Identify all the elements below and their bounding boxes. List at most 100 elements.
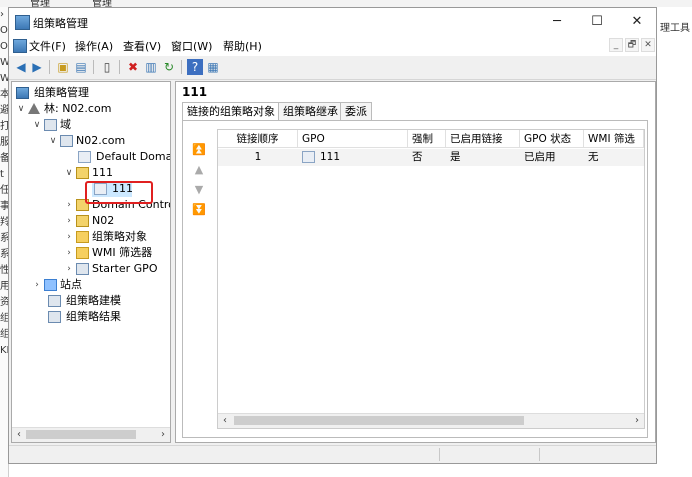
scroll-right-icon[interactable]: › [630, 414, 644, 428]
scroll-thumb[interactable] [26, 430, 136, 439]
close-button[interactable]: ✕ [617, 8, 656, 35]
menu-window[interactable]: 窗口(W) [171, 38, 212, 54]
forest-icon [28, 103, 40, 114]
table-horizontal-scrollbar[interactable]: ‹ › [218, 413, 644, 428]
column-header-wmi-filter[interactable]: WMI 筛选 [584, 130, 644, 148]
tab-linked-gpos[interactable]: 链接的组策略对象 [182, 102, 280, 121]
delete-icon[interactable]: ✖ [125, 59, 141, 75]
toolbar-separator [93, 60, 94, 74]
column-header-link-enabled[interactable]: 已启用链接 [446, 130, 520, 148]
gpo-link-icon [78, 151, 91, 163]
menu-bar: 文件(F) 操作(A) 查看(V) 窗口(W) 帮助(H) _ 🗗 ✕ [9, 35, 656, 57]
minimize-button[interactable]: ─ [537, 8, 577, 35]
move-up-icon[interactable]: ▲ [191, 163, 207, 183]
toolbar-separator [49, 60, 50, 74]
tree-label: 站点 [60, 278, 82, 291]
chevron-right-icon[interactable]: › [64, 197, 74, 213]
tree-label: 林: N02.com [44, 102, 112, 115]
tab-delegation[interactable]: 委派 [340, 102, 372, 120]
cell-gpo: 111 [320, 151, 341, 163]
tree-item-gpo-objects[interactable]: › 组策略对象 [64, 229, 164, 245]
tree-label: 域 [60, 118, 71, 131]
tree-item-default-domain-policy[interactable]: Default Domai [78, 149, 170, 165]
refresh-icon[interactable]: ↻ [161, 59, 177, 75]
background-char: 备 [0, 153, 9, 164]
background-char: 羚 [0, 217, 9, 228]
chevron-down-icon[interactable]: ∨ [64, 165, 74, 181]
tree-item-forest[interactable]: ∨ 林: N02.com [16, 101, 166, 117]
chevron-right-icon[interactable]: › [64, 213, 74, 229]
forward-icon[interactable]: ▶ [29, 59, 45, 75]
tree-item-ou-111[interactable]: ∨ 111 [64, 165, 170, 181]
column-header-order[interactable]: 链接顺序 [218, 130, 298, 148]
mdi-close-button[interactable]: ✕ [641, 38, 655, 52]
tree-item-modeling[interactable]: 组策略建模 [48, 293, 148, 309]
maximize-button[interactable]: ☐ [577, 8, 617, 35]
help-icon[interactable]: ? [187, 59, 203, 75]
background-char: 事 [0, 201, 9, 212]
tree-item-sites[interactable]: › 站点 [32, 277, 132, 293]
tree-item-root[interactable]: 组策略管理 [16, 85, 166, 101]
background-char: 服 [0, 137, 9, 148]
tree-item-results[interactable]: 组策略结果 [48, 309, 148, 325]
chevron-right-icon[interactable]: › [64, 229, 74, 245]
menu-help[interactable]: 帮助(H) [223, 38, 262, 54]
tree-item-wmi-filters[interactable]: › WMI 筛选器 [64, 245, 164, 261]
chevron-down-icon[interactable]: ∨ [32, 117, 42, 133]
mdi-restore-button[interactable]: 🗗 [625, 38, 639, 52]
move-bottom-icon[interactable]: ⏬ [191, 203, 207, 223]
tree-label: 组策略建模 [66, 294, 121, 307]
menu-file[interactable]: 文件(F) [29, 38, 66, 54]
export-icon[interactable]: ▥ [143, 59, 159, 75]
scroll-thumb[interactable] [234, 416, 524, 425]
tree-label: WMI 筛选器 [92, 246, 153, 259]
link-order-controls: ⏫ ▲ ▼ ⏬ [191, 143, 207, 223]
console-icon[interactable]: ▦ [205, 59, 221, 75]
mdi-minimize-button[interactable]: _ [609, 38, 623, 52]
scroll-right-icon[interactable]: › [156, 428, 170, 442]
tree-item-starter-gpo[interactable]: › Starter GPO [64, 261, 164, 277]
background-char: 性 [0, 265, 9, 276]
move-down-icon[interactable]: ▼ [191, 183, 207, 203]
results-icon [48, 311, 61, 323]
menu-view[interactable]: 查看(V) [123, 38, 161, 54]
tree-label: 组策略对象 [92, 230, 147, 243]
sites-icon [44, 279, 57, 291]
back-icon[interactable]: ◀ [13, 59, 29, 75]
background-char: › [0, 9, 4, 20]
chevron-right-icon[interactable]: › [32, 277, 42, 293]
linked-gpo-table: 链接顺序 GPO 强制 已启用链接 GPO 状态 WMI 筛选 1 111 否 … [217, 129, 645, 429]
scroll-left-icon[interactable]: ‹ [218, 414, 232, 428]
tree-horizontal-scrollbar[interactable]: ‹ › [12, 427, 170, 442]
details-title: 111 [182, 85, 208, 99]
menu-action[interactable]: 操作(A) [75, 38, 113, 54]
background-char: 系 [0, 233, 9, 244]
background-char: W [0, 57, 9, 68]
properties-icon[interactable]: ▯ [99, 59, 115, 75]
chevron-right-icon[interactable]: › [64, 245, 74, 261]
move-top-icon[interactable]: ⏫ [191, 143, 207, 163]
domains-icon [44, 119, 57, 131]
highlight-annotation [85, 181, 153, 204]
chevron-right-icon[interactable]: › [64, 261, 74, 277]
tree-item-n02[interactable]: › N02 [64, 213, 164, 229]
scroll-left-icon[interactable]: ‹ [12, 428, 26, 442]
chevron-down-icon[interactable]: ∨ [16, 101, 26, 117]
tree-item-domain[interactable]: ∨ N02.com [48, 133, 168, 149]
show-tree-icon[interactable]: ▤ [73, 59, 89, 75]
chevron-down-icon[interactable]: ∨ [48, 133, 58, 149]
tree-item-domains[interactable]: ∨ 域 [32, 117, 162, 133]
status-segment [439, 448, 440, 461]
background-char: KB [0, 345, 8, 356]
tab-panel: ⏫ ▲ ▼ ⏬ 链接顺序 GPO 强制 已启用链接 GPO 状态 WMI 筛选 … [182, 120, 648, 438]
background-char: t [0, 169, 4, 180]
column-header-enforced[interactable]: 强制 [408, 130, 446, 148]
up-folder-icon[interactable]: ▣ [55, 59, 71, 75]
column-header-gpo[interactable]: GPO [298, 130, 408, 148]
tab-inheritance[interactable]: 组策略继承 [278, 102, 343, 120]
tree-label: Starter GPO [92, 262, 158, 275]
background-char: 组 [0, 329, 9, 340]
column-header-gpo-status[interactable]: GPO 状态 [520, 130, 584, 148]
details-pane: 111 链接的组策略对象 组策略继承 委派 ⏫ ▲ ▼ ⏬ 链接顺序 GPO 强… [175, 81, 656, 443]
menu-app-icon[interactable] [13, 39, 27, 53]
